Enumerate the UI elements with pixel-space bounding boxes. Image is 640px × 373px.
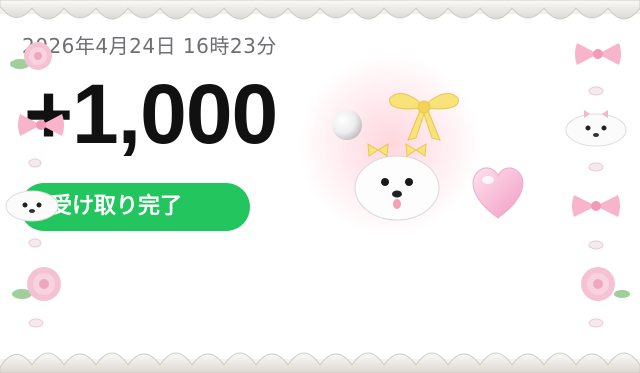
pearl-icon <box>332 110 362 140</box>
yellow-ribbon-icon <box>389 93 459 141</box>
pink-heart-icon <box>472 167 524 219</box>
pearl-icon <box>588 318 604 328</box>
puppy-with-bows-icon <box>354 143 440 221</box>
pink-ribbon-icon <box>575 43 621 65</box>
pink-rose-icon <box>12 267 61 301</box>
pearl-icon <box>588 162 604 172</box>
pearl-icon <box>28 158 42 168</box>
pearl-icon <box>588 86 604 96</box>
pearl-icon <box>28 238 42 248</box>
pearl-icon <box>588 240 604 250</box>
transaction-detail: 2026年4月24日 16時23分 +1,000 受け取り完了 <box>0 0 640 373</box>
pink-rose-icon <box>581 267 630 301</box>
puppy-icon <box>565 110 627 147</box>
cream-frill-top <box>0 0 640 20</box>
pink-rose-icon <box>10 42 52 70</box>
pearl-icon <box>28 318 44 328</box>
cream-frill-bottom <box>0 352 640 373</box>
pink-ribbon-icon <box>18 114 64 136</box>
puppy-icon <box>5 190 59 222</box>
pink-ribbon-icon <box>572 195 620 217</box>
